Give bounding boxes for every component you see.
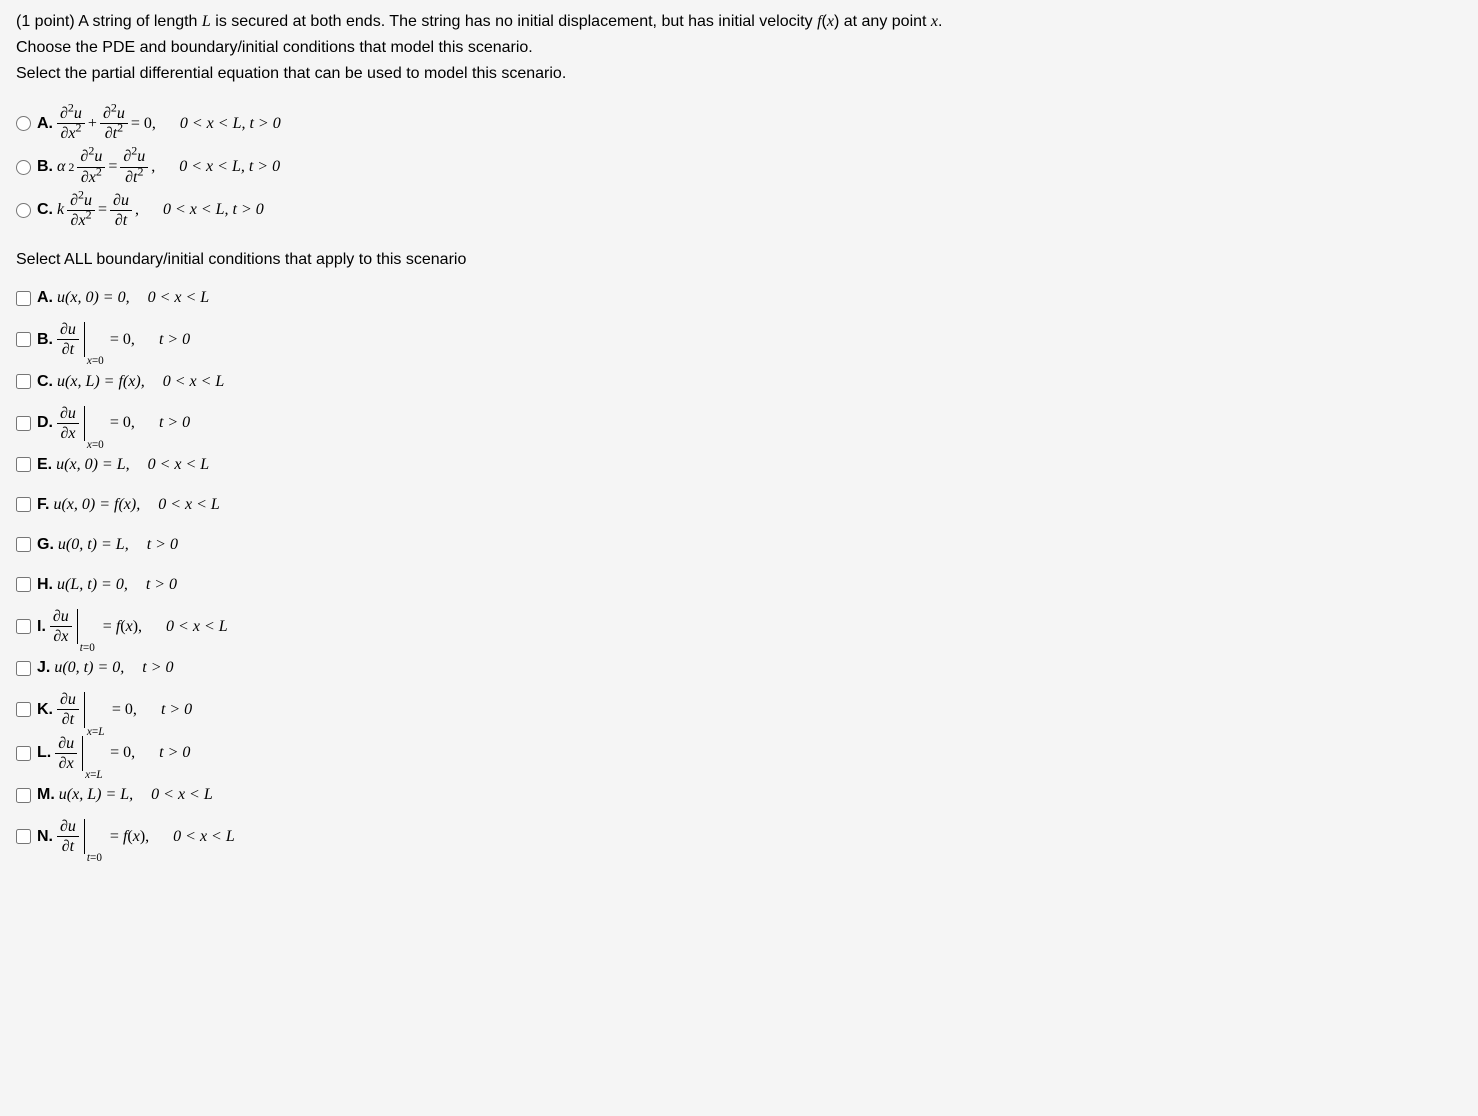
bc-choice-b: B. ∂u∂t x=0 = 0, t > 0	[16, 320, 1462, 359]
bc-expr: u(x, L) = L,	[59, 783, 133, 807]
bc-checkbox-m[interactable]	[16, 788, 31, 803]
choice-letter: N.	[37, 825, 53, 849]
choice-letter: E.	[37, 453, 52, 477]
pde-equation-a: ∂2u∂x2 + ∂2u∂t2 = 0, 0 < x < L, t > 0	[57, 104, 281, 143]
bc-expr: ∂u∂t x=0 = 0, t > 0	[57, 320, 190, 359]
bc-domain: 0 < x < L	[148, 286, 210, 310]
bc-checkbox-c[interactable]	[16, 374, 31, 389]
choice-letter: H.	[37, 573, 53, 597]
bc-domain: 0 < x < L	[163, 370, 225, 394]
bc-checkbox-f[interactable]	[16, 497, 31, 512]
bc-domain: 0 < x < L	[148, 453, 210, 477]
bc-choice-d: D. ∂u∂x x=0 = 0, t > 0	[16, 404, 1462, 443]
bc-choice-k: K. ∂u∂t x=L = 0, t > 0	[16, 690, 1462, 729]
bc-checkbox-a[interactable]	[16, 291, 31, 306]
choice-letter: D.	[37, 411, 53, 435]
choice-letter: K.	[37, 698, 53, 722]
bc-choice-c: C. u(x, L) = f(x), 0 < x < L	[16, 364, 1462, 400]
bc-checkbox-g[interactable]	[16, 537, 31, 552]
choice-letter: B.	[37, 155, 53, 179]
bc-expr: ∂u∂x x=0 = 0, t > 0	[57, 404, 190, 443]
choice-letter: B.	[37, 328, 53, 352]
choice-letter: J.	[37, 656, 50, 680]
bc-choice-f: F. u(x, 0) = f(x), 0 < x < L	[16, 487, 1462, 523]
bc-checkbox-j[interactable]	[16, 661, 31, 676]
bc-domain: t > 0	[142, 656, 173, 680]
pde-radio-a[interactable]	[16, 116, 31, 131]
bc-choice-j: J. u(0, t) = 0, t > 0	[16, 650, 1462, 686]
bc-checkbox-h[interactable]	[16, 577, 31, 592]
bc-choice-g: G. u(0, t) = L, t > 0	[16, 527, 1462, 563]
bc-domain: t > 0	[146, 573, 177, 597]
stem-line3: Select the partial differential equation…	[16, 62, 1462, 86]
bc-checkbox-k[interactable]	[16, 702, 31, 717]
choice-letter: G.	[37, 533, 54, 557]
bc-expr: ∂u∂x x=L = 0, t > 0	[55, 734, 190, 773]
bc-checkbox-b[interactable]	[16, 332, 31, 347]
bc-domain: 0 < x < L	[151, 783, 213, 807]
bc-expr: ∂u∂t x=L = 0, t > 0	[57, 690, 192, 729]
bc-choice-h: H. u(L, t) = 0, t > 0	[16, 567, 1462, 603]
bc-expr: u(x, 0) = 0,	[57, 286, 130, 310]
points-label: (1 point)	[16, 13, 75, 30]
bc-choice-i: I. ∂u∂x t=0 = f(x), 0 < x < L	[16, 607, 1462, 646]
bc-expr: u(0, t) = L,	[58, 533, 129, 557]
choice-letter: C.	[37, 370, 53, 394]
choice-letter: A.	[37, 112, 53, 136]
bc-expr: ∂u∂x t=0 = f(x), 0 < x < L	[50, 607, 228, 646]
choice-letter: I.	[37, 615, 46, 639]
bc-checkbox-n[interactable]	[16, 829, 31, 844]
choice-letter: C.	[37, 198, 53, 222]
bc-choice-m: M. u(x, L) = L, 0 < x < L	[16, 777, 1462, 813]
choice-letter: M.	[37, 783, 55, 807]
bc-checkbox-i[interactable]	[16, 619, 31, 634]
pde-choice-group: A. ∂2u∂x2 + ∂2u∂t2 = 0, 0 < x < L, t > 0…	[16, 104, 1462, 230]
bc-choice-n: N. ∂u∂t t=0 = f(x), 0 < x < L	[16, 817, 1462, 856]
pde-equation-b: α2 ∂2u∂x2 = ∂2u∂t2 , 0 < x < L, t > 0	[57, 147, 280, 186]
pde-choice-c: C. k ∂2u∂x2 = ∂u∂t , 0 < x < L, t > 0	[16, 191, 1462, 230]
pde-choice-b: B. α2 ∂2u∂x2 = ∂2u∂t2 , 0 < x < L, t > 0	[16, 147, 1462, 186]
bc-expr: u(L, t) = 0,	[57, 573, 128, 597]
choice-letter: F.	[37, 493, 49, 517]
choice-letter: A.	[37, 286, 53, 310]
bc-header: Select ALL boundary/initial conditions t…	[16, 248, 1462, 272]
bc-expr: u(x, 0) = L,	[56, 453, 129, 477]
bc-choice-e: E. u(x, 0) = L, 0 < x < L	[16, 447, 1462, 483]
bc-checkbox-l[interactable]	[16, 746, 31, 761]
bc-expr: u(x, 0) = f(x),	[53, 493, 140, 517]
bc-choice-a: A. u(x, 0) = 0, 0 < x < L	[16, 280, 1462, 316]
choice-letter: L.	[37, 741, 51, 765]
bc-expr: u(0, t) = 0,	[54, 656, 124, 680]
stem-line2: Choose the PDE and boundary/initial cond…	[16, 36, 1462, 60]
bc-checkbox-e[interactable]	[16, 457, 31, 472]
pde-radio-b[interactable]	[16, 160, 31, 175]
pde-equation-c: k ∂2u∂x2 = ∂u∂t , 0 < x < L, t > 0	[57, 191, 264, 230]
bc-domain: t > 0	[147, 533, 178, 557]
bc-checkbox-d[interactable]	[16, 416, 31, 431]
question-stem: (1 point) A string of length L is secure…	[16, 10, 1462, 86]
bc-domain: 0 < x < L	[158, 493, 220, 517]
bc-expr: u(x, L) = f(x),	[57, 370, 145, 394]
pde-choice-a: A. ∂2u∂x2 + ∂2u∂t2 = 0, 0 < x < L, t > 0	[16, 104, 1462, 143]
pde-radio-c[interactable]	[16, 203, 31, 218]
bc-choice-group: A. u(x, 0) = 0, 0 < x < L B. ∂u∂t x=0 = …	[16, 280, 1462, 856]
bc-expr: ∂u∂t t=0 = f(x), 0 < x < L	[57, 817, 235, 856]
bc-choice-l: L. ∂u∂x x=L = 0, t > 0	[16, 734, 1462, 773]
